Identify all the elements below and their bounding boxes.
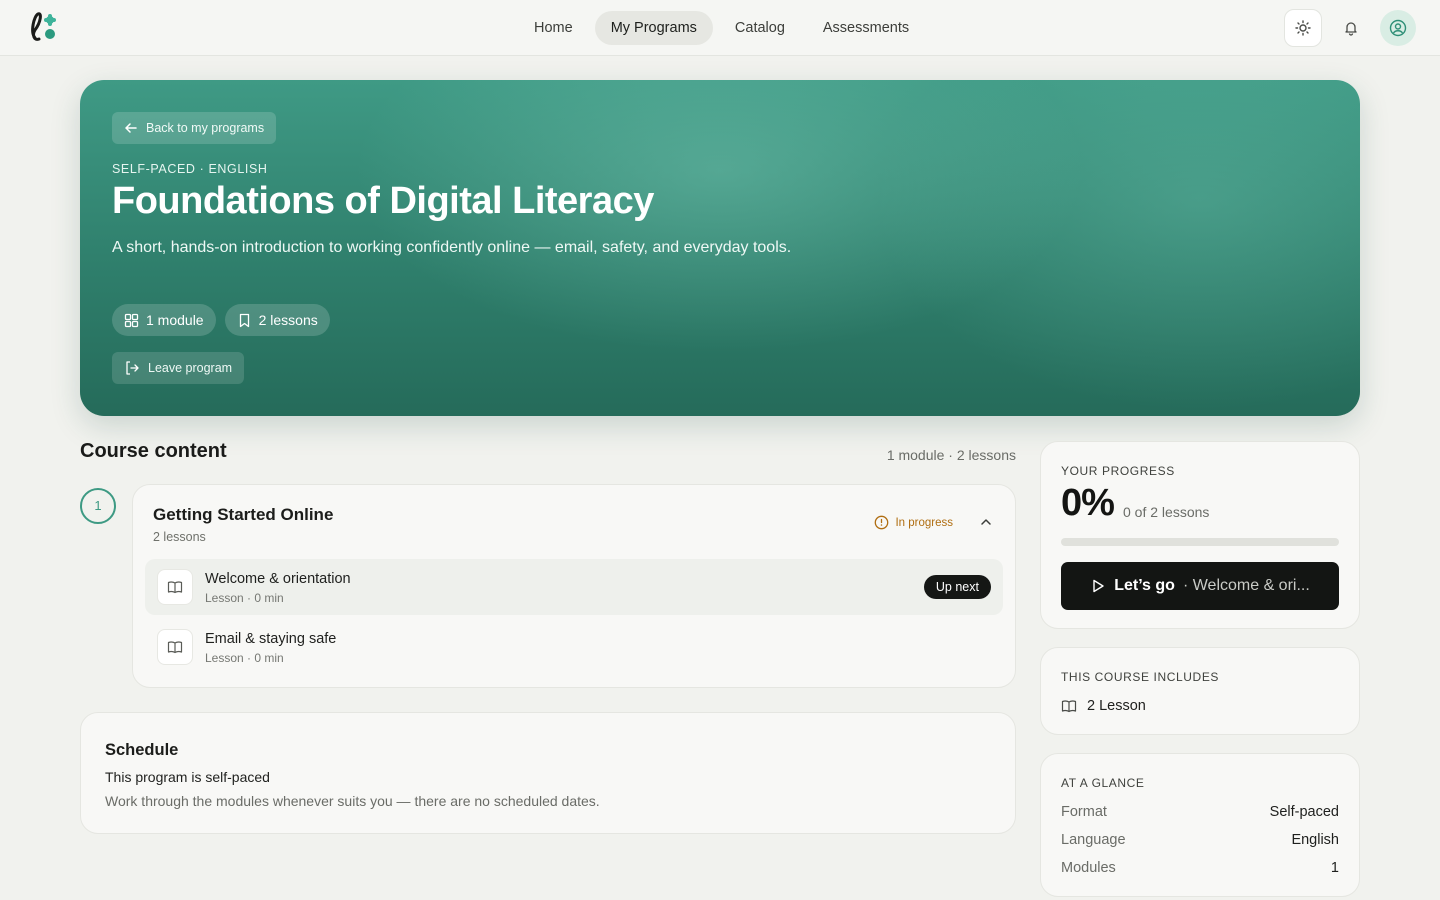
progress-percent: 0% xyxy=(1061,482,1115,524)
schedule-description: Work through the modules whenever suits … xyxy=(105,793,600,809)
glance-key: Format xyxy=(1061,804,1107,820)
schedule-card: Schedule This program is self-paced Work… xyxy=(80,712,1016,834)
open-book-icon xyxy=(167,581,183,594)
back-to-programs-button[interactable]: Back to my programs xyxy=(112,112,277,144)
top-navigation-bar: Home My Programs Catalog Assessments xyxy=(0,0,1440,56)
lesson-meta: Lesson · 0 min xyxy=(205,591,284,605)
bookmark-icon xyxy=(239,313,249,327)
includes-item-label: 2 Lesson xyxy=(1087,698,1146,714)
lesson-title: Welcome & orientation xyxy=(205,571,351,587)
schedule-title: Schedule xyxy=(105,741,179,759)
glance-value: English xyxy=(1291,832,1339,848)
clock-icon xyxy=(875,515,889,530)
program-title: Foundations of Digital Literacy xyxy=(112,180,654,222)
course-includes-card: THIS COURSE INCLUDES 2 Lesson xyxy=(1040,647,1360,735)
progress-bar xyxy=(1061,538,1339,546)
includes-label: THIS COURSE INCLUDES xyxy=(1061,670,1220,684)
app-logo[interactable] xyxy=(26,10,60,46)
back-button-label: Back to my programs xyxy=(146,121,265,135)
modules-chip-label: 1 module xyxy=(146,312,204,328)
progress-detail: 0 of 2 lessons xyxy=(1123,504,1210,520)
play-icon xyxy=(1093,579,1104,593)
glance-row-modules: Modules 1 xyxy=(1061,860,1339,876)
up-next-badge: Up next xyxy=(923,575,991,599)
module-status: In progress xyxy=(874,515,953,530)
continue-button-lesson: · Welcome & ori... xyxy=(1182,577,1310,594)
lesson-type-badge xyxy=(157,569,193,605)
glance-value: Self-paced xyxy=(1269,804,1339,820)
top-actions xyxy=(1284,9,1416,47)
collapse-module-button[interactable] xyxy=(977,513,995,531)
program-hero: Back to my programs SELF-PACED · ENGLISH… xyxy=(80,80,1360,416)
module-card: Getting Started Online 2 lessons In prog… xyxy=(132,484,1016,688)
continue-button-label: Let’s go xyxy=(1114,577,1175,594)
notifications-button[interactable] xyxy=(1332,9,1370,47)
main-nav: Home My Programs Catalog Assessments xyxy=(518,11,925,45)
course-content-meta: 1 module · 2 lessons xyxy=(886,447,1016,463)
glance-key: Modules xyxy=(1061,860,1116,876)
nav-home[interactable]: Home xyxy=(518,11,589,45)
lesson-row[interactable]: Welcome & orientation Lesson · 0 min Up … xyxy=(145,559,1003,615)
schedule-summary: This program is self-paced xyxy=(105,769,270,785)
continue-learning-button[interactable]: Let’s go · Welcome & ori... xyxy=(1061,562,1339,610)
program-stats: 1 module 2 lessons xyxy=(112,304,330,336)
chevron-up-icon xyxy=(981,519,991,525)
module-status-label: In progress xyxy=(895,516,953,529)
user-avatar-button[interactable] xyxy=(1380,10,1416,46)
nav-catalog[interactable]: Catalog xyxy=(719,11,801,45)
program-kicker: SELF-PACED · ENGLISH xyxy=(112,162,268,176)
module-lesson-count: 2 lessons xyxy=(153,530,206,544)
glance-key: Language xyxy=(1061,832,1126,848)
lessons-chip-label: 2 lessons xyxy=(258,312,318,328)
glance-row-language: Language English xyxy=(1061,832,1339,848)
user-circle-icon xyxy=(1389,19,1407,37)
modules-chip: 1 module xyxy=(112,304,216,336)
includes-item: 2 Lesson xyxy=(1061,698,1146,714)
at-a-glance-card: AT A GLANCE Format Self-paced Language E… xyxy=(1040,753,1360,897)
open-book-icon xyxy=(167,641,183,654)
lesson-row[interactable]: Email & staying safe Lesson · 0 min xyxy=(145,619,1003,675)
lesson-meta: Lesson · 0 min xyxy=(205,651,284,665)
progress-label: YOUR PROGRESS xyxy=(1061,464,1175,478)
lesson-title: Email & staying safe xyxy=(205,631,337,647)
sun-icon xyxy=(1295,20,1311,36)
module-title: Getting Started Online xyxy=(153,505,334,524)
logout-icon xyxy=(126,361,139,375)
nav-my-programs[interactable]: My Programs xyxy=(594,11,713,45)
lesson-type-badge xyxy=(157,629,193,665)
grid-icon xyxy=(124,313,139,327)
module-number-badge: 1 xyxy=(80,488,116,524)
open-book-icon xyxy=(1061,700,1077,713)
progress-card: YOUR PROGRESS 0% 0 of 2 lessons Let’s go… xyxy=(1040,441,1360,629)
program-description: A short, hands-on introduction to workin… xyxy=(112,239,792,256)
leave-program-label: Leave program xyxy=(148,361,233,375)
course-content-heading: Course content xyxy=(80,440,227,462)
glance-value: 1 xyxy=(1330,860,1339,876)
nav-assessments[interactable]: Assessments xyxy=(807,11,925,45)
leave-program-button[interactable]: Leave program xyxy=(112,352,245,384)
arrow-left-icon xyxy=(125,123,137,133)
glance-row-format: Format Self-paced xyxy=(1061,804,1339,820)
theme-toggle-button[interactable] xyxy=(1284,9,1322,47)
lessons-chip: 2 lessons xyxy=(224,304,330,336)
bell-icon xyxy=(1345,22,1357,36)
glance-label: AT A GLANCE xyxy=(1061,776,1145,790)
